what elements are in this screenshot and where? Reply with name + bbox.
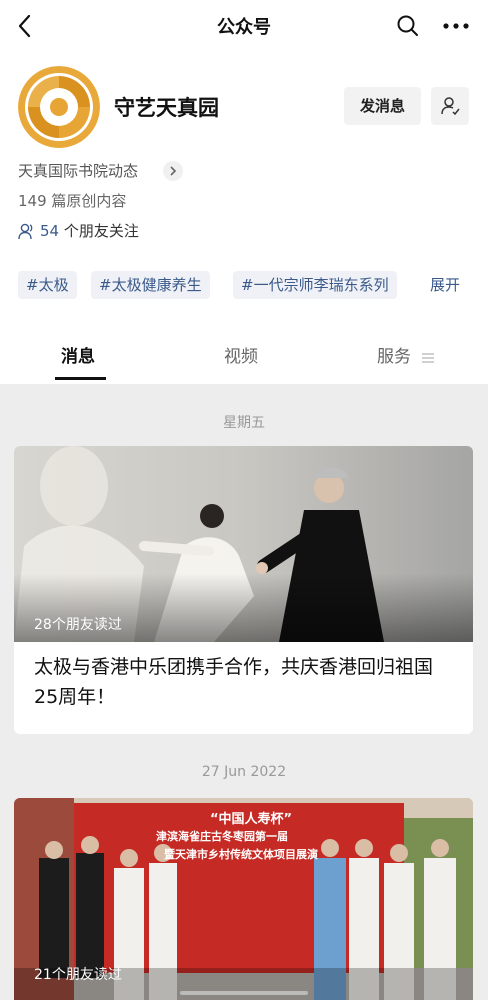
account-name: 守艺天真园 <box>114 96 219 120</box>
more-icon[interactable] <box>442 14 470 38</box>
banner-title: “中国人寿杯” <box>210 812 293 827</box>
tag-chip[interactable]: #太极 <box>18 271 77 299</box>
org-link[interactable]: 天真国际书院动态 <box>18 160 183 182</box>
friends-count: 54 <box>40 222 60 240</box>
friends-following-label: 54 个朋友关注 <box>40 220 139 242</box>
friend-icon <box>18 223 36 244</box>
friends-read-count: 28个朋友读过 <box>34 617 122 633</box>
article-cover-image[interactable] <box>14 446 473 642</box>
tag-chip[interactable]: #一代宗师李瑞东系列 <box>233 271 397 299</box>
friends-suffix: 个朋友关注 <box>59 222 139 240</box>
chevron-right-icon <box>163 161 183 181</box>
scroll-indicator <box>180 991 308 995</box>
original-content-count: 149 篇原创内容 <box>18 192 127 210</box>
nav-bar: 公众号 <box>0 0 488 52</box>
banner-subtitle: 暨天津市乡村传统文体项目展演 <box>164 848 318 861</box>
article-card[interactable]: 28个朋友读过 太极与香港中乐团携手合作，共庆香港回归祖国25周年！ <box>14 446 473 734</box>
search-icon[interactable] <box>396 14 420 38</box>
article-title[interactable]: 太极与香港中乐团携手合作，共庆香港回归祖国25周年！ <box>34 652 453 712</box>
tab-services[interactable]: 服务 <box>377 342 411 367</box>
account-logo[interactable] <box>18 66 100 148</box>
person-icon <box>441 97 460 116</box>
tab-videos[interactable]: 视频 <box>224 342 258 367</box>
article-card[interactable]: “中国人寿杯” 津滨海雀庄古冬枣园第一届 暨天津市乡村传统文体项目展演 21个朋… <box>14 798 473 1000</box>
tag-chip[interactable]: #太极健康养生 <box>91 271 210 299</box>
tags-expand-link[interactable]: 展开 <box>430 271 460 299</box>
friends-read-count: 21个朋友读过 <box>34 967 122 983</box>
tab-messages[interactable]: 消息 <box>61 342 95 367</box>
active-tab-indicator <box>55 377 106 380</box>
feed-date: 27 Jun 2022 <box>201 764 287 780</box>
org-link-label: 天真国际书院动态 <box>18 162 139 180</box>
feed-date: 星期五 <box>223 415 265 431</box>
follow-settings-button[interactable] <box>431 87 469 125</box>
banner-subtitle: 津滨海雀庄古冬枣园第一届 <box>156 830 288 843</box>
menu-icon <box>422 349 434 368</box>
send-message-button[interactable]: 发消息 <box>344 87 421 125</box>
